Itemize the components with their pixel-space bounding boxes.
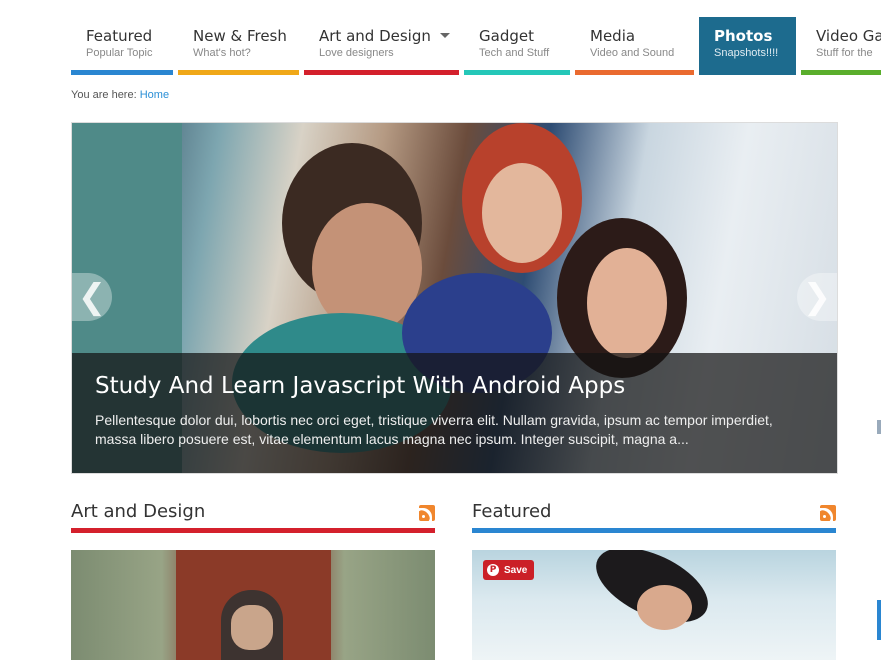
- nav-color-bar: [71, 70, 173, 75]
- nav-subtitle: Snapshots!!!!: [714, 47, 779, 59]
- chevron-right-icon: ❯: [802, 277, 832, 317]
- nav-item-featured[interactable]: Featured Popular Topic: [71, 17, 173, 75]
- nav-title: Gadget: [479, 27, 534, 45]
- slide-excerpt: Pellentesque dolor dui, lobortis nec orc…: [95, 412, 773, 447]
- slider-next-button[interactable]: ❯: [797, 273, 837, 321]
- nav-item-media[interactable]: Media Video and Sound: [575, 17, 694, 75]
- section-art-design: Art and Design: [71, 500, 435, 660]
- nav-subtitle: Tech and Stuff: [479, 47, 550, 59]
- nav-subtitle: Love designers: [319, 47, 394, 59]
- section-featured: Featured P Save: [472, 500, 836, 660]
- slider-prev-button[interactable]: ❮: [72, 273, 112, 321]
- face-shape: [637, 585, 692, 630]
- caret-down-icon: [439, 33, 450, 38]
- nav-color-bar: [464, 70, 570, 75]
- nav-subtitle: Video and Sound: [590, 47, 675, 59]
- section-title[interactable]: Art and Design: [71, 500, 435, 524]
- face-shape: [231, 605, 273, 650]
- breadcrumb: You are here: Home: [71, 89, 169, 101]
- pin-save-label: Save: [504, 564, 528, 576]
- pinterest-icon: P: [487, 564, 499, 576]
- nav-subtitle: Stuff for the: [816, 47, 873, 59]
- nav-title: Photos: [714, 27, 773, 45]
- sidebar-edge: [877, 600, 881, 640]
- nav-color-bar: [178, 70, 299, 75]
- nav-color-bar: [304, 70, 459, 75]
- nav-item-art-design[interactable]: Art and Design Love designers: [304, 17, 459, 75]
- breadcrumb-home-link[interactable]: Home: [140, 89, 169, 101]
- breadcrumb-prefix: You are here:: [71, 89, 137, 101]
- photo-shape: [587, 248, 667, 358]
- nav-color-bar: [575, 70, 694, 75]
- section-title[interactable]: Featured: [472, 500, 836, 524]
- nav-title: Art and Design: [319, 27, 459, 45]
- main-navigation: Featured Popular Topic New & Fresh What'…: [71, 17, 881, 75]
- nav-item-new-fresh[interactable]: New & Fresh What's hot?: [178, 17, 299, 75]
- section-thumbnail[interactable]: P Save: [472, 550, 836, 660]
- sidebar-edge: [877, 420, 881, 434]
- chevron-left-icon: ❮: [77, 277, 107, 317]
- nav-title: Media: [590, 27, 636, 45]
- nav-subtitle: Popular Topic: [86, 47, 153, 59]
- pinterest-save-button[interactable]: P Save: [483, 560, 535, 580]
- nav-item-gadget[interactable]: Gadget Tech and Stuff: [464, 17, 570, 75]
- nav-subtitle: What's hot?: [193, 47, 251, 59]
- nav-title: Video Ga: [816, 27, 881, 45]
- nav-item-video-games[interactable]: Video Ga Stuff for the: [801, 17, 881, 75]
- section-header: Art and Design: [71, 500, 435, 533]
- nav-title: New & Fresh: [193, 27, 287, 45]
- rss-icon[interactable]: [419, 505, 435, 521]
- nav-item-photos[interactable]: Photos Snapshots!!!!: [699, 17, 796, 75]
- section-header: Featured: [472, 500, 836, 533]
- nav-color-bar: [801, 70, 881, 75]
- nav-title-text: Art and Design: [319, 27, 431, 45]
- nav-title: Featured: [86, 27, 153, 45]
- featured-slider[interactable]: ❮ ❯ Study And Learn Javascript With Andr…: [71, 122, 838, 474]
- section-thumbnail[interactable]: [71, 550, 435, 660]
- slide-caption: Study And Learn Javascript With Android …: [72, 353, 837, 473]
- photo-shape: [482, 163, 562, 263]
- slide-title[interactable]: Study And Learn Javascript With Android …: [95, 371, 814, 401]
- rss-icon[interactable]: [820, 505, 836, 521]
